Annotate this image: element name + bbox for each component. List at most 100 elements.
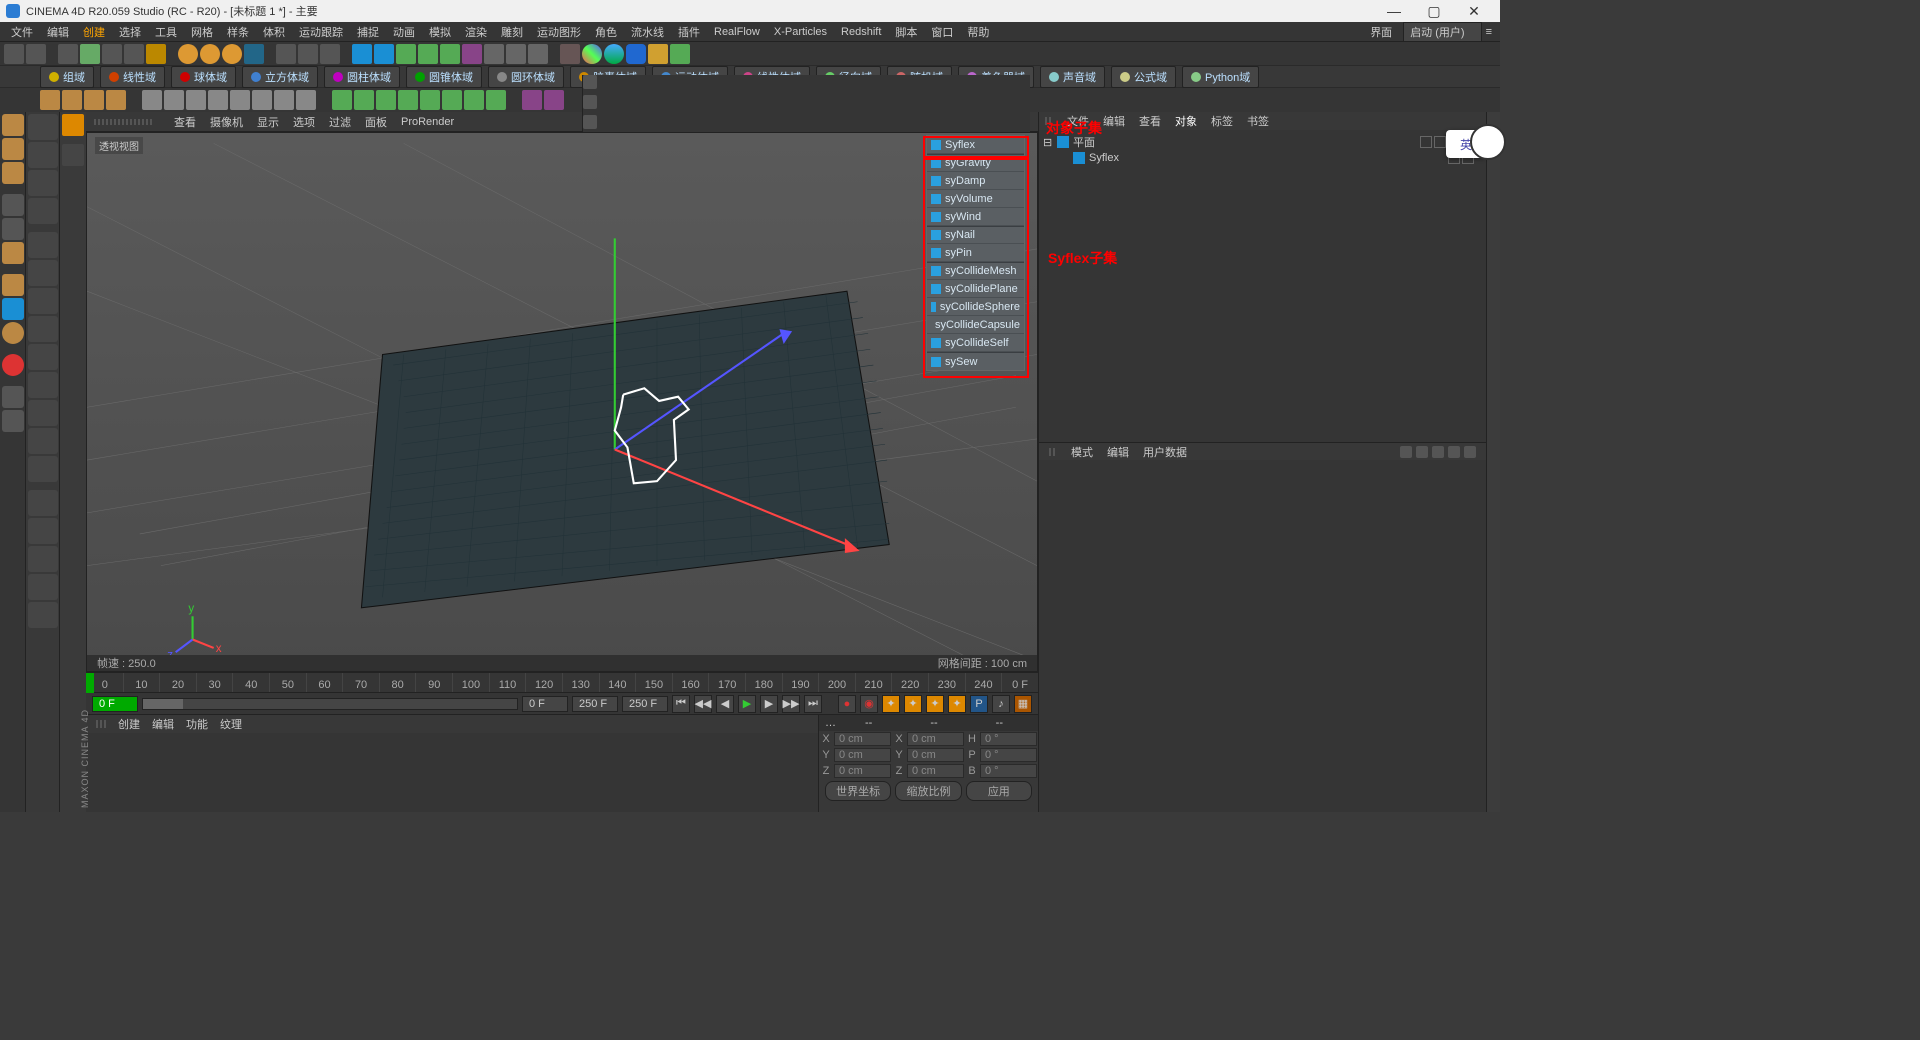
gr8-icon[interactable] (486, 90, 506, 110)
render-settings-icon[interactable] (320, 44, 340, 64)
vp-menu-display[interactable]: 显示 (257, 114, 279, 130)
menu-模拟[interactable]: 模拟 (422, 22, 458, 42)
undo-icon[interactable] (4, 44, 24, 64)
menu-动画[interactable]: 动画 (386, 22, 422, 42)
mode-uvpt-icon[interactable] (28, 316, 58, 342)
render-view-icon[interactable] (276, 44, 296, 64)
om-tab-object[interactable]: 对象 (1175, 113, 1197, 129)
goto-end-button[interactable]: ⏭ (804, 695, 822, 713)
menu-选择[interactable]: 选择 (112, 22, 148, 42)
cube-primitive-icon[interactable] (352, 44, 372, 64)
grip-icon[interactable] (94, 119, 154, 125)
layout-selector[interactable]: 启动 (用户) (1403, 22, 1481, 42)
object-tree[interactable]: ⊟平面Syflex (1039, 130, 1486, 442)
viewport[interactable]: 透视视图 (86, 132, 1038, 672)
extrude-icon[interactable] (440, 44, 460, 64)
eff1-icon[interactable] (142, 90, 162, 110)
menu-角色[interactable]: 角色 (588, 22, 624, 42)
field-Python域[interactable]: Python域 (1182, 66, 1259, 88)
environment-icon[interactable] (484, 44, 504, 64)
psr-icon[interactable] (560, 44, 580, 64)
pal-b-icon[interactable] (2, 218, 24, 240)
mode-m6-icon[interactable] (28, 518, 58, 544)
key-pla-button[interactable]: P (970, 695, 988, 713)
field-组域[interactable]: 组域 (40, 66, 94, 88)
menu-捕捉[interactable]: 捕捉 (350, 22, 386, 42)
menu-文件[interactable]: 文件 (4, 22, 40, 42)
misc2-icon[interactable] (670, 44, 690, 64)
range-in-field[interactable]: 250 F (572, 696, 618, 712)
field-球体域[interactable]: 球体域 (171, 66, 236, 88)
dd-syNail[interactable]: syNail (927, 226, 1024, 244)
tool-pointer-icon[interactable] (62, 144, 84, 166)
om-tab-tags[interactable]: 标签 (1211, 113, 1233, 129)
layout-more-icon[interactable]: ≡ (1482, 26, 1496, 38)
mode-m1-icon[interactable] (28, 372, 58, 398)
eff5-icon[interactable] (230, 90, 250, 110)
dd-syCollideSelf[interactable]: syCollideSelf (927, 334, 1024, 352)
vp-menu-options[interactable]: 选项 (293, 114, 315, 130)
attr-tab-mode[interactable]: 模式 (1071, 444, 1093, 460)
next-frame-button[interactable]: ▶ (760, 695, 778, 713)
attr-lock-icon[interactable] (1448, 446, 1460, 458)
render-region-icon[interactable] (298, 44, 318, 64)
pal-a-icon[interactable] (2, 194, 24, 216)
mode-m5-icon[interactable] (28, 490, 58, 516)
mg1-icon[interactable] (40, 90, 60, 110)
menu-创建[interactable]: 创建 (76, 22, 112, 42)
field-圆锥体域[interactable]: 圆锥体域 (406, 66, 482, 88)
mode-point-icon[interactable] (28, 232, 58, 258)
om-tab-view[interactable]: 查看 (1139, 113, 1161, 129)
menu-网格[interactable]: 网格 (184, 22, 220, 42)
eff8-icon[interactable] (296, 90, 316, 110)
qr-icon[interactable] (626, 44, 646, 64)
pal-lock-icon[interactable] (2, 386, 24, 408)
key-param-button[interactable]: ✦ (948, 695, 966, 713)
om-tab-bookmark[interactable]: 书签 (1247, 113, 1269, 129)
menu-窗口[interactable]: 窗口 (924, 22, 960, 42)
redo-icon[interactable] (26, 44, 46, 64)
key-rot-button[interactable]: ✦ (926, 695, 944, 713)
attr-nav-fwd-icon[interactable] (1416, 446, 1428, 458)
scale-icon[interactable] (102, 44, 122, 64)
vp-menu-filter[interactable]: 过滤 (329, 114, 351, 130)
misc1-icon[interactable] (648, 44, 668, 64)
gr7-icon[interactable] (464, 90, 484, 110)
eff3-icon[interactable] (186, 90, 206, 110)
mode-m2-icon[interactable] (28, 400, 58, 426)
axis-z-icon[interactable] (222, 44, 242, 64)
grip-icon[interactable] (96, 720, 106, 728)
mode-m3-icon[interactable] (28, 428, 58, 454)
field-圆环体域[interactable]: 圆环体域 (488, 66, 564, 88)
gr4-icon[interactable] (398, 90, 418, 110)
range-out-field[interactable]: 250 F (622, 696, 668, 712)
globe-icon[interactable] (604, 44, 624, 64)
pal-d-icon[interactable] (2, 274, 24, 296)
pal-grid-icon[interactable] (2, 410, 24, 432)
timeline-ruler[interactable]: 0102030405060708090100110120130140150160… (86, 672, 1038, 692)
key-pos-button[interactable]: ✦ (882, 695, 900, 713)
vp-menu-panel[interactable]: 面板 (365, 114, 387, 130)
field-圆柱体域[interactable]: 圆柱体域 (324, 66, 400, 88)
menu-工具[interactable]: 工具 (148, 22, 184, 42)
field-线性域[interactable]: 线性域 (100, 66, 165, 88)
menu-脚本[interactable]: 脚本 (888, 22, 924, 42)
mg2-icon[interactable] (62, 90, 82, 110)
menu-插件[interactable]: 插件 (671, 22, 707, 42)
tool-move-icon[interactable] (62, 114, 84, 136)
coords-icon[interactable] (244, 44, 264, 64)
pal-f-icon[interactable] (2, 322, 24, 344)
mode-texture-icon[interactable] (28, 142, 58, 168)
mat-tab-edit[interactable]: 编辑 (152, 716, 174, 732)
coord-world-button[interactable]: 世界坐标 (825, 781, 891, 801)
pal-e-icon[interactable] (2, 298, 24, 320)
gr1-icon[interactable] (332, 90, 352, 110)
dd-syPin[interactable]: syPin (927, 244, 1024, 262)
gr6-icon[interactable] (442, 90, 462, 110)
attr-nav-back-icon[interactable] (1400, 446, 1412, 458)
menu-运动图形[interactable]: 运动图形 (530, 22, 588, 42)
mat-tab-func[interactable]: 功能 (186, 716, 208, 732)
menu-流水线[interactable]: 流水线 (624, 22, 671, 42)
menu-Redshift[interactable]: Redshift (834, 24, 888, 40)
fx1-icon[interactable] (522, 90, 542, 110)
